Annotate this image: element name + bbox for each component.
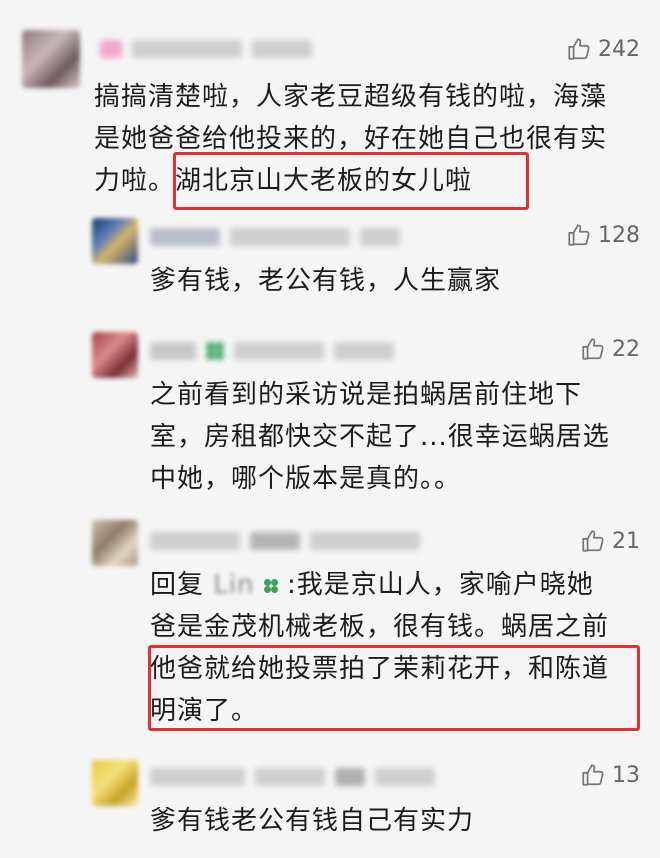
like-count: 22 bbox=[612, 336, 640, 362]
comment-line: 搞搞清楚啦，人家老豆超级有钱的啦，海藻 bbox=[94, 82, 608, 112]
reply-username[interactable]: Lin bbox=[213, 570, 254, 600]
like-button[interactable]: 13 bbox=[580, 762, 640, 788]
comment-line: 室，房租都快交不起了...很幸运蜗居选 bbox=[150, 422, 610, 452]
like-count: 13 bbox=[612, 762, 640, 788]
highlight-annotation bbox=[173, 152, 529, 210]
comment-text: 爹有钱，老公有钱，人生赢家 bbox=[150, 260, 501, 302]
thumbs-up-icon bbox=[568, 38, 590, 60]
avatar[interactable] bbox=[92, 760, 138, 806]
like-count: 242 bbox=[598, 36, 640, 62]
reply-prefix: 回复 bbox=[150, 570, 205, 600]
thumbs-up-icon bbox=[582, 530, 604, 552]
avatar[interactable] bbox=[92, 218, 138, 264]
avatar[interactable] bbox=[92, 520, 138, 566]
highlight-annotation bbox=[148, 645, 640, 731]
comment-text: 之前看到的采访说是拍蜗居前住地下 室，房租都快交不起了...很幸运蜗居选 中她，… bbox=[150, 374, 610, 500]
username-blurred[interactable] bbox=[150, 226, 400, 248]
like-count: 21 bbox=[612, 528, 640, 554]
like-button[interactable]: 21 bbox=[580, 528, 640, 554]
comment-line: 中她，哪个版本是真的。。 bbox=[150, 464, 462, 494]
username-blurred[interactable] bbox=[150, 340, 394, 362]
thumbs-up-icon bbox=[582, 338, 604, 360]
clover-icon bbox=[263, 578, 278, 593]
username-blurred[interactable] bbox=[150, 766, 435, 788]
avatar[interactable] bbox=[92, 332, 138, 378]
comment-line: 回复 Lin :我是京山人，家喻户晓她 bbox=[150, 564, 609, 606]
like-button[interactable]: 242 bbox=[566, 36, 640, 62]
like-button[interactable]: 128 bbox=[566, 222, 640, 248]
avatar[interactable] bbox=[22, 30, 80, 88]
comment-line: 爹有钱，老公有钱，人生赢家 bbox=[150, 266, 502, 296]
comment-line: 之前看到的采访说是拍蜗居前住地下 bbox=[150, 380, 583, 410]
comment-line: 爹有钱老公有钱自己有实力 bbox=[150, 806, 475, 836]
thumbs-up-icon bbox=[568, 224, 590, 246]
like-button[interactable]: 22 bbox=[580, 336, 640, 362]
like-count: 128 bbox=[598, 222, 640, 248]
username-blurred[interactable] bbox=[150, 530, 420, 552]
reply-text: :我是京山人，家喻户晓她 bbox=[287, 570, 594, 600]
comment-text: 爹有钱老公有钱自己有实力 bbox=[150, 800, 474, 842]
comment-line: 爸是金茂机械老板，很有钱。蜗居之前 bbox=[150, 612, 610, 642]
username-blurred[interactable] bbox=[100, 38, 312, 60]
thumbs-up-icon bbox=[582, 764, 604, 786]
